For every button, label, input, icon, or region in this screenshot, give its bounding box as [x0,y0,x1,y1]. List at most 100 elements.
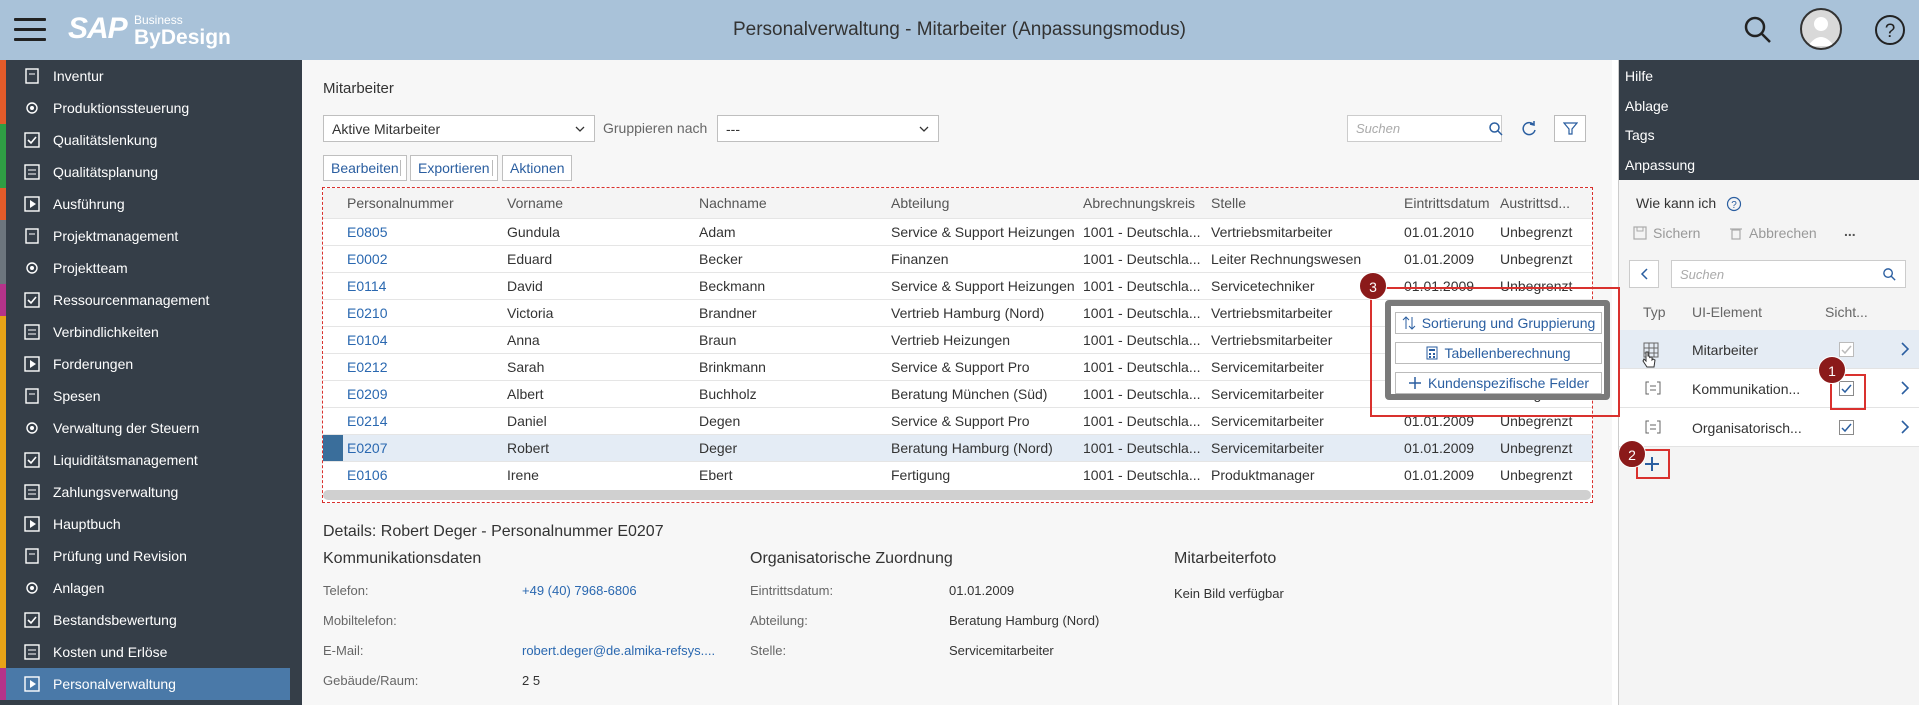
more-actions-button[interactable]: ... [1844,223,1856,239]
employee-id-link[interactable]: E0210 [343,298,503,326]
row-selector[interactable] [323,271,343,299]
sidebar-item-anlagen[interactable]: Anlagen [0,572,302,604]
table-cell: 1001 - Deutschla... [1079,352,1207,380]
sidebar-item-qualitätsplanung[interactable]: Qualitätsplanung [0,156,302,188]
help-circle-icon[interactable]: ? [1726,196,1742,212]
how-do-i-label[interactable]: Wie kann ich ? [1636,195,1742,212]
employee-id-link[interactable]: E0209 [343,379,503,407]
menu-adaptation[interactable]: Anpassung [1625,157,1695,173]
row-selector[interactable] [323,406,343,434]
sidebar-item-ressourcenmanagement[interactable]: Ressourcenmanagement [0,284,302,316]
employee-filter-select[interactable]: Aktive Mitarbeiter [323,115,595,142]
menu-help[interactable]: Hilfe [1625,68,1653,84]
table-search-input[interactable]: Suchen [1347,115,1504,142]
help-icon[interactable]: ? [1872,12,1908,48]
menu-storage[interactable]: Ablage [1625,98,1669,114]
group-by-select[interactable]: --- [717,115,939,142]
sidebar-item-projektteam[interactable]: Projektteam [0,252,302,284]
table-calculation-option[interactable]: Tabellenberechnung [1395,342,1602,364]
ui-element-row[interactable]: Organisatorisch... [1619,408,1919,447]
email-label: E-Mail: [323,643,364,658]
actions-button[interactable]: Aktionen [502,155,573,181]
row-selector[interactable] [323,352,343,380]
select-column-header [323,188,343,218]
table-cell: 1001 - Deutschla... [1079,433,1207,461]
table-row[interactable]: E0002 Eduard Becker Finanzen 1001 - Deutschl… [323,244,1592,272]
row-selector[interactable] [323,460,343,488]
search-icon[interactable] [1882,267,1897,282]
sidebar-item-liquiditätsmanagement[interactable]: Liquiditätsmanagement [0,444,302,476]
table-cell: Fertigung [887,460,1079,488]
row-selector[interactable] [323,298,343,326]
visible-column-header: Sicht... [1825,304,1868,320]
column-header[interactable]: Austrittsd... [1496,188,1592,218]
cancel-button[interactable]: Abbrechen [1729,225,1817,241]
table-row[interactable]: E0805 Gundula Adam Service & Support Heizun… [323,217,1592,245]
sidebar-item-bestandsbewertung[interactable]: Bestandsbewertung [0,604,302,636]
chevron-right-icon[interactable] [1899,420,1911,434]
column-header[interactable]: Stelle [1207,188,1400,218]
edit-button[interactable]: Bearbeiten [323,155,407,181]
export-button[interactable]: Exportieren [410,155,498,181]
ui-element-row[interactable]: Kommunikation... [1619,369,1919,408]
chevron-right-icon[interactable] [1899,381,1911,395]
sidebar-item-personalverwaltung[interactable]: Personalverwaltung [0,668,290,700]
custom-fields-option[interactable]: Kundenspezifische Felder [1395,372,1602,394]
column-header[interactable]: Eintrittsdatum [1400,188,1496,218]
sidebar-item-spesen[interactable]: Spesen [0,380,302,412]
sidebar-item-ausführung[interactable]: Ausführung [0,188,302,220]
back-button[interactable] [1629,260,1659,288]
sidebar-item-projektmanagement[interactable]: Projektmanagement [0,220,302,252]
sort-group-option[interactable]: Sortierung und Gruppierung [1395,312,1602,334]
sidebar-item-kosten-und-erlöse[interactable]: Kosten und Erlöse [0,636,302,668]
employee-id-link[interactable]: E0106 [343,460,503,488]
employee-id-link[interactable]: E0114 [343,271,503,299]
employee-id-link[interactable]: E0212 [343,352,503,380]
column-header[interactable]: Abrechnungskreis [1079,188,1207,218]
email-value[interactable]: robert.deger@de.almika-refsys.... [522,643,715,658]
sidebar-item-qualitätslenkung[interactable]: Qualitätslenkung [0,124,302,156]
employee-id-link[interactable]: E0214 [343,406,503,434]
refresh-icon[interactable] [1520,119,1538,137]
employee-id-link[interactable]: E0207 [343,433,503,461]
row-selector[interactable] [323,244,343,272]
search-icon[interactable] [1740,12,1776,48]
row-selector[interactable] [323,379,343,407]
employee-id-link[interactable]: E0104 [343,325,503,353]
user-avatar[interactable] [1800,8,1842,50]
sidebar-item-inventur[interactable]: Inventur [0,60,302,92]
visible-checkbox[interactable] [1839,342,1854,357]
row-selector[interactable] [323,433,343,461]
sidebar-item-zahlungsverwaltung[interactable]: Zahlungsverwaltung [0,476,302,508]
visible-checkbox[interactable] [1839,420,1854,435]
row-selector[interactable] [323,325,343,353]
sidebar-item-verbindlichkeiten[interactable]: Verbindlichkeiten [0,316,302,348]
table-row[interactable]: E0207 Robert Deger Beratung Hamburg (Nord) 1… [323,433,1592,461]
row-selector[interactable] [323,217,343,245]
sidebar-item-forderungen[interactable]: Forderungen [0,348,302,380]
column-header[interactable]: Vorname [503,188,695,218]
pane-search-input[interactable]: Suchen [1671,260,1906,288]
search-icon[interactable] [1488,121,1504,137]
table-cell: 01.01.2009 [1400,460,1496,488]
table-row[interactable]: E0106 Irene Ebert Fertigung 1001 - Deutschla… [323,460,1592,488]
table-cell: Service & Support Heizungen [887,271,1079,299]
column-header[interactable]: Abteilung [887,188,1079,218]
chevron-right-icon[interactable] [1899,342,1911,356]
table-cell: Ebert [695,460,887,488]
sidebar-item-hauptbuch[interactable]: Hauptbuch [0,508,302,540]
column-header[interactable]: Personalnummer [343,188,503,218]
sidebar-item-prüfung-und-revision[interactable]: Prüfung und Revision [0,540,302,572]
sidebar-item-verwaltung-der-steuern[interactable]: Verwaltung der Steuern [0,412,302,444]
phone-value[interactable]: +49 (40) 7968-6806 [522,583,637,598]
save-button[interactable]: Sichern [1633,225,1700,241]
checkbox-icon [24,132,40,148]
sidebar-item-produktionssteuerung[interactable]: Produktionssteuerung [0,92,302,124]
employee-id-link[interactable]: E0002 [343,244,503,272]
filter-button[interactable] [1554,115,1586,142]
column-header[interactable]: Nachname [695,188,887,218]
employee-id-link[interactable]: E0805 [343,217,503,245]
menu-tags[interactable]: Tags [1625,127,1655,143]
ui-element-row[interactable]: Mitarbeiter [1619,330,1919,369]
horizontal-scrollbar[interactable] [323,490,1591,500]
